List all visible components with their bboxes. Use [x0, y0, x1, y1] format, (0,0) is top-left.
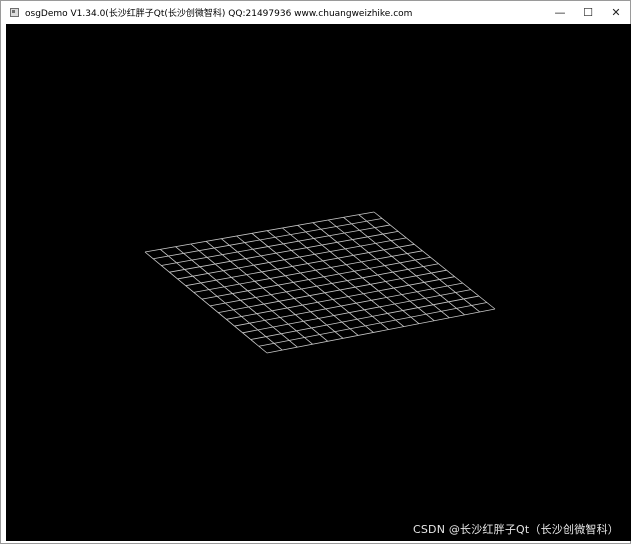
window-controls: — ☐ ✕ — [546, 1, 630, 24]
close-button[interactable]: ✕ — [602, 1, 630, 24]
grid-line — [266, 230, 389, 330]
grid-line — [201, 256, 431, 300]
grid-line — [312, 222, 435, 322]
grid-line — [185, 243, 415, 287]
minimize-icon: — — [554, 6, 566, 19]
grid-line — [297, 225, 420, 324]
title-bar[interactable]: osgDemo V1.34.0(长沙红胖子Qt(长沙创微智科) QQ:21497… — [1, 1, 630, 24]
grid-line — [205, 241, 329, 342]
grid-line — [250, 295, 479, 340]
grid-line — [190, 243, 313, 345]
grid-line — [236, 235, 359, 336]
grid-line — [169, 231, 399, 273]
app-window-icon — [10, 8, 19, 17]
grid-line — [327, 219, 450, 319]
grid-line — [266, 308, 496, 354]
window-title: osgDemo V1.34.0(长沙红胖子Qt(长沙创微智科) QQ:21497… — [25, 9, 413, 19]
grid-line — [343, 217, 465, 316]
grid-line — [144, 251, 268, 354]
grid-line — [221, 238, 344, 339]
grid-line — [177, 237, 407, 280]
grid-line — [193, 250, 423, 293]
grid-line — [258, 302, 488, 347]
grid-line — [144, 211, 375, 253]
grid-line — [282, 227, 405, 327]
grid-line — [160, 249, 283, 351]
ground-grid — [144, 211, 496, 354]
grid-line — [373, 211, 496, 310]
watermark: CSDN @长沙红胖子Qt（长沙创微智科） — [412, 523, 619, 536]
close-icon: ✕ — [611, 6, 621, 19]
grid-line — [161, 224, 391, 266]
grid-line — [358, 214, 481, 313]
minimize-button[interactable]: — — [546, 1, 574, 24]
grid-line — [226, 276, 455, 320]
maximize-button[interactable]: ☐ — [574, 1, 602, 24]
grid-line — [153, 218, 383, 260]
maximize-icon: ☐ — [583, 6, 593, 19]
grid-line — [209, 263, 439, 307]
app-window: osgDemo V1.34.0(长沙红胖子Qt(长沙创微智科) QQ:21497… — [0, 0, 631, 544]
grid-line — [234, 282, 463, 327]
osg-3d-viewport[interactable]: CSDN @长沙红胖子Qt（长沙创微智科） — [6, 24, 631, 541]
grid-line — [175, 246, 298, 348]
grid-line — [251, 233, 374, 333]
grid-line — [218, 269, 447, 313]
grid-line — [242, 289, 471, 334]
